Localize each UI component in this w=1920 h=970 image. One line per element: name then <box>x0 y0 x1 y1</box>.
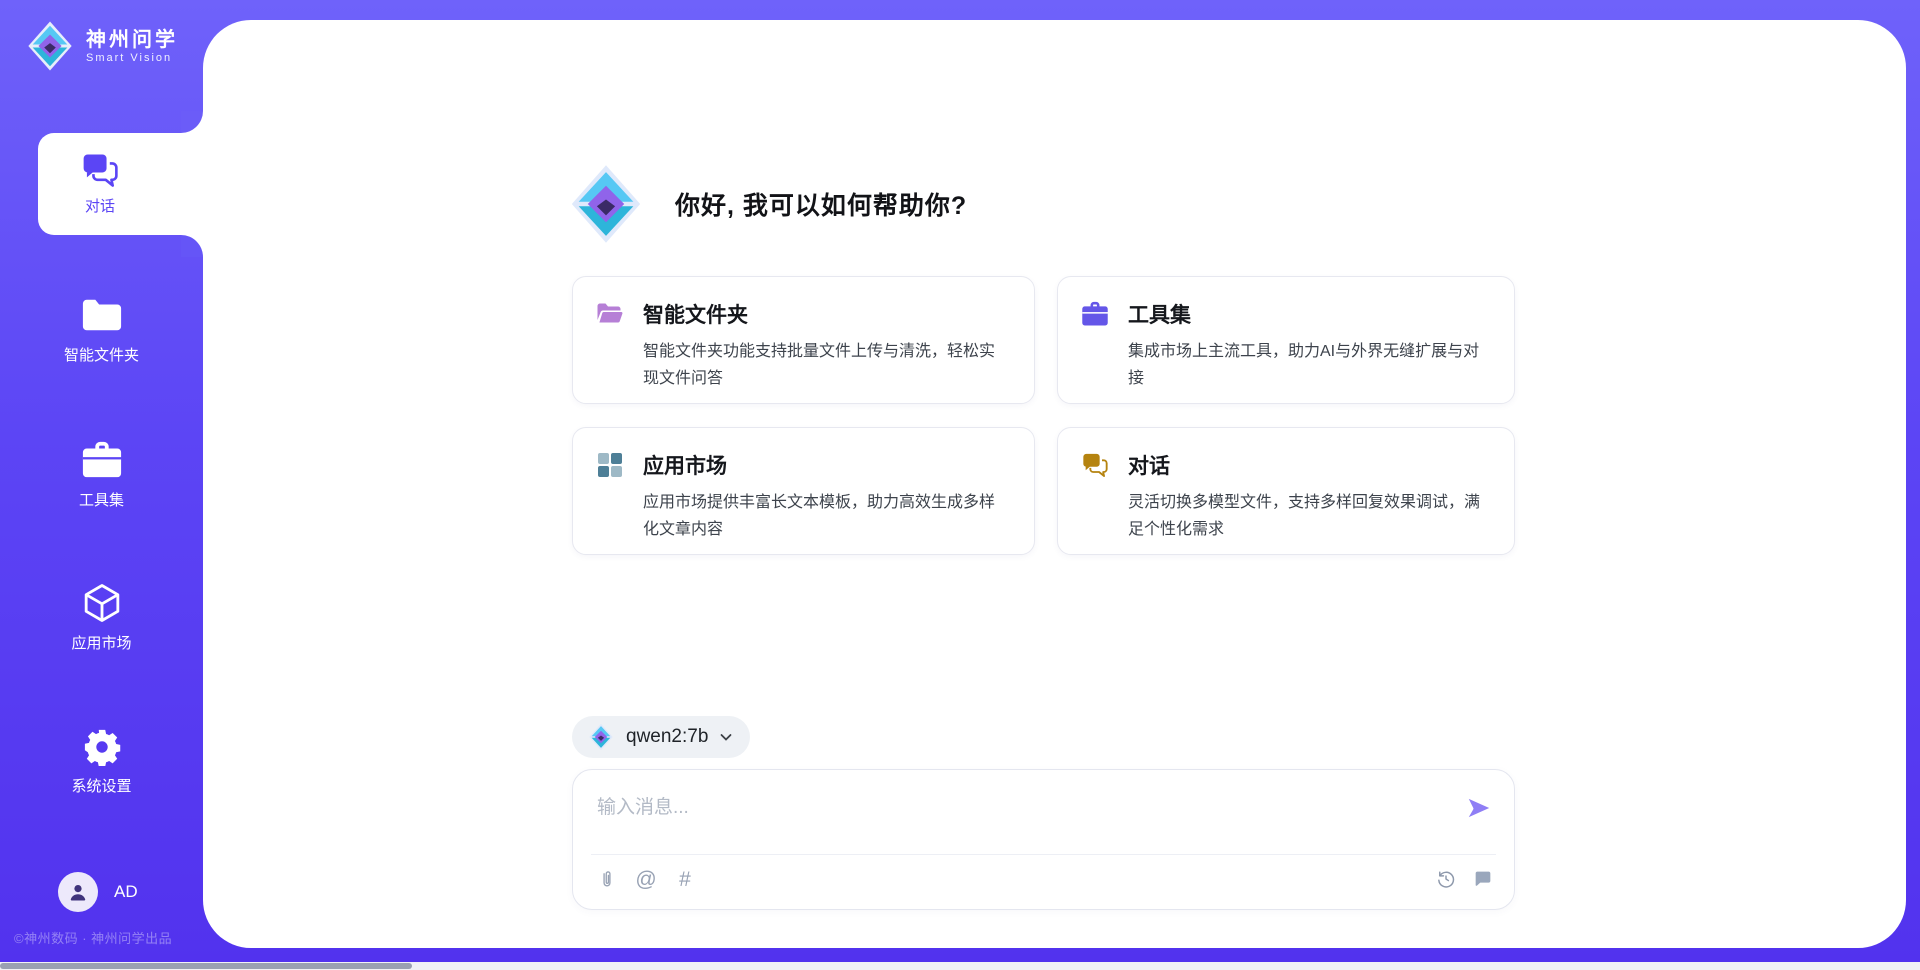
copyright-footer: ©神州数码 · 神州问学出品 <box>14 928 199 947</box>
chat-bubbles-icon <box>1081 451 1109 479</box>
sidebar-item-label: 智能文件夹 <box>64 344 139 365</box>
person-icon <box>66 880 90 904</box>
user-initials: AD <box>114 882 138 902</box>
composer: qwen2:7b @ # <box>572 716 1515 910</box>
message-input-box: @ # <box>572 769 1515 910</box>
scrollbar-thumb[interactable] <box>0 963 412 969</box>
folder-open-icon <box>596 300 624 328</box>
grid-icon <box>596 451 624 479</box>
avatar <box>58 872 98 912</box>
horizontal-scrollbar[interactable] <box>0 962 1920 970</box>
history-button[interactable] <box>1435 868 1459 892</box>
card-title: 智能文件夹 <box>643 299 748 329</box>
new-chat-button[interactable] <box>1472 868 1496 892</box>
send-icon[interactable] <box>1466 795 1492 821</box>
sidebar-item-toolset[interactable]: 工具集 <box>0 440 203 510</box>
toolbox-icon <box>81 440 123 480</box>
sidebar-item-label: 应用市场 <box>71 632 131 653</box>
folder-icon <box>81 295 123 335</box>
greeting-title: 你好, 我可以如何帮助你? <box>675 186 967 222</box>
chat-bubbles-icon <box>80 152 120 188</box>
card-title: 工具集 <box>1128 299 1191 329</box>
sidebar-item-label: 对话 <box>85 195 115 216</box>
topic-button[interactable]: # <box>673 868 697 892</box>
sidebar-item-label: 工具集 <box>79 489 124 510</box>
chat-bubble-icon <box>1472 868 1494 890</box>
card-description: 集成市场上主流工具，助力AI与外界无缝扩展与对接 <box>1128 338 1490 392</box>
brand-diamond-icon <box>26 20 74 72</box>
composer-divider <box>591 854 1496 855</box>
card-smart-folder[interactable]: 智能文件夹 智能文件夹功能支持批量文件上传与清洗，轻松实现文件问答 <box>572 276 1035 404</box>
card-chat[interactable]: 对话 灵活切换多模型文件，支持多样回复效果调试，满足个性化需求 <box>1057 427 1515 555</box>
main-content-panel: 你好, 我可以如何帮助你? 智能文件夹 智能文件夹功能支持批量文件上传与清洗，轻… <box>203 20 1906 948</box>
mention-button[interactable]: @ <box>634 868 658 892</box>
card-description: 应用市场提供丰富长文本模板，助力高效生成多样化文章内容 <box>643 489 1010 543</box>
sidebar-item-chat[interactable]: 对话 <box>38 133 210 235</box>
hash-icon: # <box>679 868 691 892</box>
card-app-market[interactable]: 应用市场 应用市场提供丰富长文本模板，助力高效生成多样化文章内容 <box>572 427 1035 555</box>
history-icon <box>1435 868 1457 890</box>
toolbox-icon <box>1081 300 1109 328</box>
at-icon: @ <box>635 868 656 892</box>
active-tab-curve-top <box>181 111 203 133</box>
model-name: qwen2:7b <box>626 726 708 748</box>
active-tab-curve-bottom <box>181 235 203 257</box>
brand-diamond-icon <box>569 163 643 245</box>
sidebar-item-settings[interactable]: 系统设置 <box>0 728 203 796</box>
gear-icon <box>83 728 121 766</box>
welcome-header: 你好, 我可以如何帮助你? <box>569 163 967 245</box>
cube-icon <box>81 583 123 623</box>
model-selector[interactable]: qwen2:7b <box>572 716 750 758</box>
sidebar-item-label: 系统设置 <box>71 775 131 796</box>
user-profile[interactable]: AD <box>58 872 138 912</box>
app-logo: 神州问学 Smart Vision <box>26 20 178 72</box>
app-title: 神州问学 <box>86 28 178 52</box>
card-description: 灵活切换多模型文件，支持多样回复效果调试，满足个性化需求 <box>1128 489 1490 543</box>
card-toolset[interactable]: 工具集 集成市场上主流工具，助力AI与外界无缝扩展与对接 <box>1057 276 1515 404</box>
feature-cards: 智能文件夹 智能文件夹功能支持批量文件上传与清洗，轻松实现文件问答 工具集 集成… <box>572 276 1515 555</box>
chevron-down-icon <box>718 729 734 745</box>
paperclip-icon <box>597 869 617 891</box>
card-title: 对话 <box>1128 450 1170 480</box>
card-description: 智能文件夹功能支持批量文件上传与清洗，轻松实现文件问答 <box>643 338 1010 392</box>
app-subtitle: Smart Vision <box>86 52 178 64</box>
sidebar-item-app-market[interactable]: 应用市场 <box>0 583 203 653</box>
attachment-button[interactable] <box>595 868 619 892</box>
brand-diamond-icon <box>588 723 614 751</box>
sidebar-item-smart-folder[interactable]: 智能文件夹 <box>0 295 203 365</box>
message-input[interactable] <box>573 770 1514 848</box>
card-title: 应用市场 <box>643 450 727 480</box>
